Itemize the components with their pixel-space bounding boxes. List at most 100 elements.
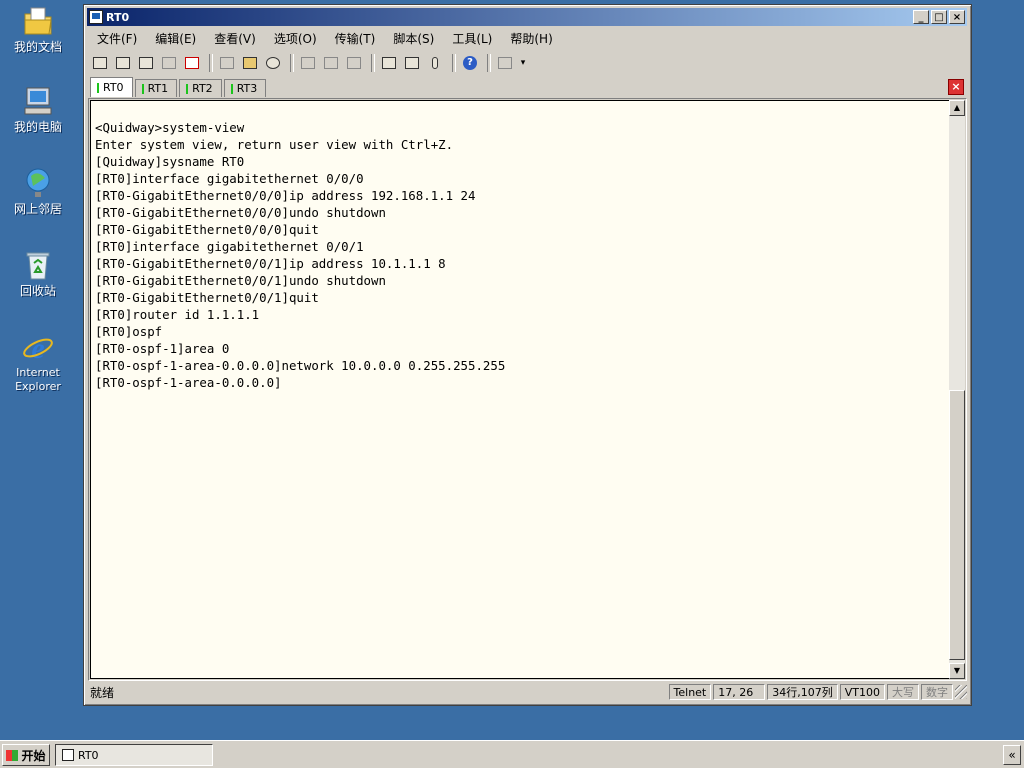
desktop-icon-label: 网上邻居 [13, 202, 62, 216]
status-emulation: VT100 [839, 684, 885, 700]
minimize-button[interactable]: _ [913, 10, 929, 24]
desktop-icon-label: Internet Explorer [15, 366, 61, 393]
menu-tools[interactable]: 工具(L) [443, 30, 501, 47]
toolbar-separator [371, 54, 375, 72]
menu-file[interactable]: 文件(F) [88, 30, 146, 47]
keymap-button[interactable] [425, 53, 445, 73]
scroll-down-button[interactable]: ▼ [949, 663, 965, 679]
disconnect-button[interactable] [182, 53, 202, 73]
sftp-button[interactable] [495, 53, 515, 73]
terminal-line: [RT0-GigabitEthernet0/0/1]ip address 10.… [95, 256, 446, 271]
menu-transfer[interactable]: 传输(T) [326, 30, 385, 47]
printer-icon [347, 57, 361, 69]
toolbar-separator [452, 54, 456, 72]
copy-button[interactable] [217, 53, 237, 73]
tab-status-indicator [230, 83, 233, 94]
terminal-frame: <Quidway>system-view Enter system view, … [88, 98, 967, 681]
terminal-line: [RT0-ospf-1]area 0 [95, 341, 230, 356]
menu-options[interactable]: 选项(O) [265, 30, 326, 47]
my-documents-icon [24, 7, 52, 35]
tab-label: RT2 [192, 82, 213, 95]
terminal-output[interactable]: <Quidway>system-view Enter system view, … [90, 100, 951, 679]
tab-label: RT1 [147, 82, 169, 95]
key-icon [432, 57, 438, 69]
network-places-icon [26, 168, 50, 197]
reconnect-button[interactable] [159, 53, 179, 73]
tab-rt1[interactable]: RT1 [134, 79, 178, 97]
menu-view[interactable]: 查看(V) [205, 30, 265, 47]
menu-script[interactable]: 脚本(S) [384, 30, 443, 47]
quick-connect-icon [116, 57, 130, 69]
maximize-button[interactable]: □ [931, 10, 947, 24]
resize-grip[interactable] [955, 685, 967, 699]
status-ready: 就绪 [90, 685, 115, 700]
terminal-line: [RT0]interface gigabitethernet 0/0/1 [95, 239, 364, 254]
close-tab-button[interactable]: × [948, 79, 964, 95]
tab-status-indicator [186, 83, 189, 94]
sftp-icon [498, 57, 512, 69]
binoculars-icon [266, 57, 280, 69]
desktop-icon-network-places[interactable]: 网上邻居 [4, 166, 72, 216]
connect-tab-icon [139, 57, 153, 69]
tab-rt2[interactable]: RT2 [179, 79, 222, 97]
terminal-line: [RT0]router id 1.1.1.1 [95, 307, 260, 322]
start-button[interactable]: 开始 [2, 744, 50, 766]
session-options-button[interactable] [379, 53, 399, 73]
status-cursor-position: 17, 26 [713, 684, 766, 700]
status-terminal-size: 34行,107列 [767, 684, 838, 700]
terminal-window: RT0 _ □ × 文件(F) 编辑(E) 查看(V) 选项(O) 传输(T) … [83, 4, 972, 706]
paste-icon [243, 57, 257, 69]
printer-button[interactable] [344, 53, 364, 73]
scroll-up-button[interactable]: ▲ [949, 100, 965, 116]
paste-button[interactable] [240, 53, 260, 73]
tab-status-indicator [97, 82, 99, 93]
status-bar: 就绪 Telnet 17, 26 34行,107列 VT100 大写 数字 [88, 683, 967, 701]
global-options-icon [405, 57, 419, 69]
desktop-icon-my-documents[interactable]: 我的文档 [4, 4, 72, 54]
toolbar-overflow-button[interactable]: ▾ [518, 53, 528, 73]
terminal-line: [RT0-GigabitEthernet0/0/0]ip address 192… [95, 188, 476, 203]
internet-explorer-icon: e [23, 332, 53, 364]
tab-rt0[interactable]: RT0 [90, 77, 133, 97]
terminal-line: [Quidway]sysname RT0 [95, 154, 245, 169]
help-button[interactable]: ? [460, 53, 480, 73]
menu-help[interactable]: 帮助(H) [501, 30, 561, 47]
toolbar-separator [290, 54, 294, 72]
tray-expand-button[interactable]: « [1003, 745, 1021, 765]
toolbar-separator [487, 54, 491, 72]
taskbar: 开始 RT0 « [0, 740, 1024, 768]
menu-edit[interactable]: 编辑(E) [146, 30, 205, 47]
scrollbar-thumb[interactable] [949, 390, 965, 660]
print-selection-icon [324, 57, 338, 69]
close-button[interactable]: × [949, 10, 965, 24]
print-selection-button[interactable] [321, 53, 341, 73]
connect-tab-button[interactable] [136, 53, 156, 73]
start-label: 开始 [21, 748, 46, 763]
print-button[interactable] [298, 53, 318, 73]
status-num-lock: 数字 [921, 684, 953, 700]
toolbar-separator [209, 54, 213, 72]
terminal-line: Enter system view, return user view with… [95, 137, 454, 152]
desktop-icon-recycle-bin[interactable]: 回收站 [4, 248, 72, 298]
connect-button[interactable] [90, 53, 110, 73]
close-icon: × [951, 80, 961, 93]
copy-icon [220, 57, 234, 69]
desktop-icon-label: 我的文档 [13, 40, 62, 54]
terminal-line: <Quidway>system-view [95, 120, 245, 135]
chevron-down-icon: ▾ [520, 58, 526, 68]
global-options-button[interactable] [402, 53, 422, 73]
desktop-icon-my-computer[interactable]: 我的电脑 [4, 84, 72, 134]
window-titlebar[interactable]: RT0 _ □ × [87, 8, 967, 26]
find-button[interactable] [263, 53, 283, 73]
vertical-scrollbar[interactable]: ▲ ▼ [949, 100, 965, 679]
print-icon [301, 57, 315, 69]
terminal-line: [RT0-GigabitEthernet0/0/1]quit [95, 290, 319, 305]
reconnect-icon [162, 57, 176, 69]
terminal-line: [RT0]interface gigabitethernet 0/0/0 [95, 171, 364, 186]
taskbar-item-rt0[interactable]: RT0 [55, 744, 213, 766]
desktop-icon-internet-explorer[interactable]: e Internet Explorer [4, 330, 72, 394]
tab-rt3[interactable]: RT3 [223, 79, 267, 97]
quick-connect-button[interactable] [113, 53, 133, 73]
terminal-line: [RT0-GigabitEthernet0/0/0]quit [95, 222, 319, 237]
tab-status-indicator [141, 83, 144, 94]
